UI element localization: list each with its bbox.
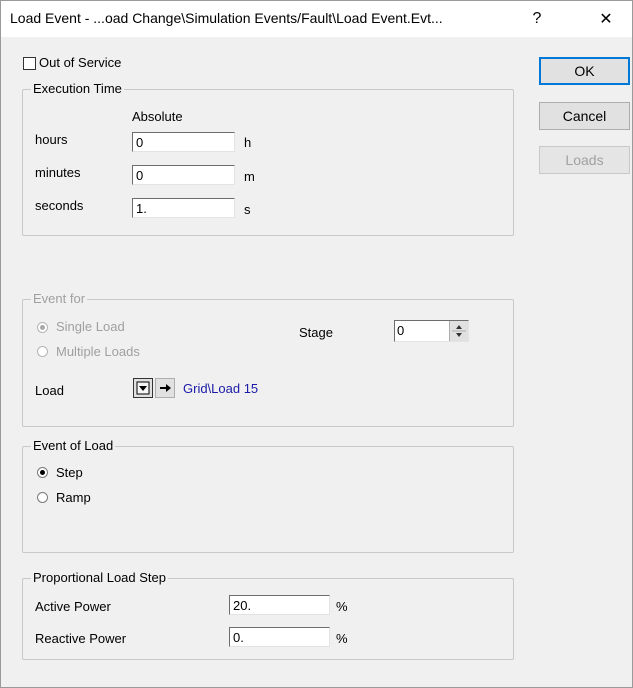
seconds-unit: s [244,202,251,217]
ramp-radio[interactable] [37,492,48,503]
close-icon: ✕ [599,11,613,28]
event-of-load-title: Event of Load [31,438,116,454]
stage-spin-buttons[interactable] [449,321,468,341]
single-load-label: Single Load [56,319,125,334]
load-select-button[interactable] [133,378,153,398]
reactive-power-unit: % [336,631,348,646]
proportional-load-step-group: Proportional Load Step [22,570,514,660]
seconds-label: seconds [35,198,84,213]
ramp-label: Ramp [56,490,91,505]
stage-label: Stage [299,325,333,340]
help-button[interactable]: ? [514,1,560,37]
out-of-service-checkbox[interactable] [23,57,36,70]
execution-time-title: Execution Time [31,81,124,97]
hours-unit: h [244,135,252,150]
loads-button[interactable]: Loads [539,146,630,174]
absolute-column-header: Absolute [132,109,183,124]
cancel-button[interactable]: Cancel [539,102,630,130]
event-for-title: Event for [31,291,88,307]
load-jump-button[interactable] [155,378,175,398]
dropdown-arrow-icon [136,381,150,395]
minutes-unit: m [244,169,255,184]
close-button[interactable]: ✕ [583,1,629,37]
event-of-load-group: Event of Load [22,438,514,553]
step-label: Step [56,465,83,480]
active-power-input[interactable] [229,595,330,615]
title-bar: Load Event - ...oad Change\Simulation Ev… [1,1,632,37]
load-link[interactable]: Grid\Load 15 [183,381,258,396]
ok-button[interactable]: OK [539,57,630,85]
hours-label: hours [35,132,68,147]
reactive-power-label: Reactive Power [35,631,127,646]
execution-time-group: Execution Time [22,81,514,236]
help-icon: ? [532,10,542,27]
hours-input[interactable] [132,132,235,152]
stage-value: 0 [397,323,405,338]
proportional-load-step-title: Proportional Load Step [31,570,168,586]
active-power-label: Active Power [35,599,111,614]
out-of-service-label: Out of Service [39,55,122,70]
stage-spinbox[interactable]: 0 [394,320,469,342]
single-load-radio[interactable] [37,322,48,333]
active-power-unit: % [336,599,348,614]
right-arrow-icon [160,384,171,392]
step-radio[interactable] [37,467,48,478]
load-label: Load [35,383,64,398]
reactive-power-input[interactable] [229,627,330,647]
multiple-loads-radio[interactable] [37,346,48,357]
minutes-label: minutes [35,165,81,180]
spin-arrows-icon [452,325,466,337]
multiple-loads-label: Multiple Loads [56,344,140,359]
seconds-input[interactable] [132,198,235,218]
load-event-dialog: Load Event - ...oad Change\Simulation Ev… [0,0,633,688]
minutes-input[interactable] [132,165,235,185]
window-title: Load Event - ...oad Change\Simulation Ev… [10,10,443,26]
